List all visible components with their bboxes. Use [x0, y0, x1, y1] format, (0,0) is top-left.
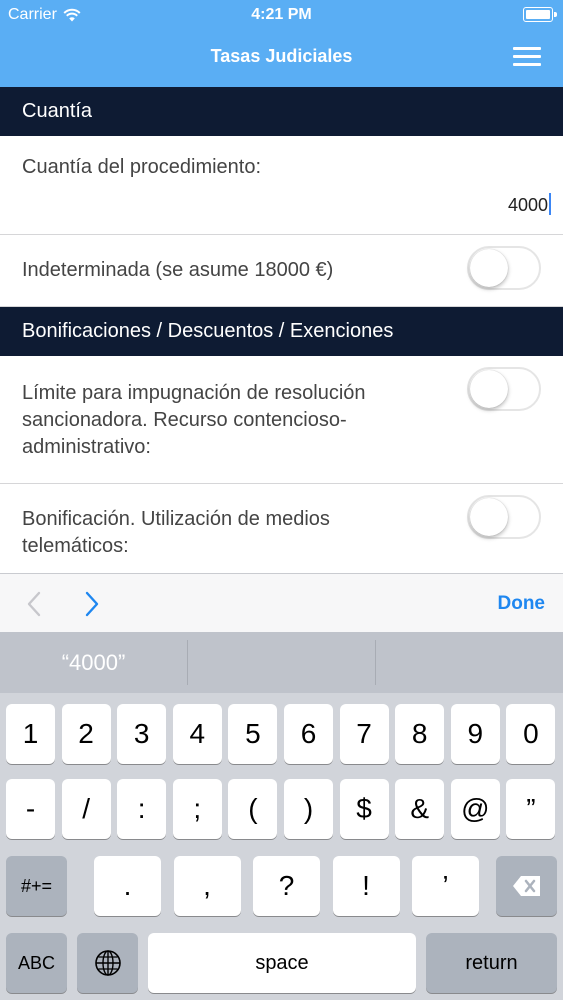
toggle-knob: [470, 249, 508, 287]
app-header: Carrier 4:21 PM Tasas Judiciales: [0, 0, 563, 87]
space-key[interactable]: space: [148, 933, 416, 993]
done-button[interactable]: Done: [498, 593, 546, 615]
globe-icon: [94, 950, 121, 976]
key-row3-3[interactable]: !: [332, 856, 400, 916]
return-key[interactable]: return: [426, 933, 557, 993]
key-row2-8[interactable]: @: [450, 779, 500, 839]
challenge-limit-label: Límite para impugnación de resolución sa…: [22, 382, 366, 458]
challenge-limit-cell: Límite para impugnación de resolución sa…: [0, 356, 563, 484]
key-row1-3[interactable]: 4: [172, 704, 222, 764]
prediction-suggestion[interactable]: “4000”: [0, 632, 187, 693]
key-row3-0[interactable]: .: [94, 856, 161, 916]
numeric-keyboard: 1234567890 - /:;() $ & @” .,?!’ #+= ABC spac…: [0, 693, 563, 1000]
telematic-label: Bonificación. Utilización de medios tele…: [22, 508, 330, 557]
status-time: 4:21 PM: [251, 6, 312, 23]
key-row2-3[interactable]: ;: [172, 779, 222, 839]
prediction-empty-slot[interactable]: [188, 632, 375, 693]
prediction-empty-slot[interactable]: [376, 632, 563, 693]
key-row3-4[interactable]: ’: [412, 856, 479, 916]
indeterminate-toggle[interactable]: [467, 246, 541, 290]
abc-key[interactable]: ABC: [6, 933, 67, 993]
keyboard-accessory-bar: Done: [0, 573, 563, 632]
procedure-amount-label: Cuantía del procedimiento:: [22, 156, 262, 178]
key-row1-5[interactable]: 6: [284, 704, 333, 764]
key-row2-6[interactable]: $: [339, 779, 389, 839]
indeterminate-label: Indeterminada (se asume 18000 €): [22, 259, 334, 281]
key-row2-4[interactable]: (: [228, 779, 278, 839]
key-row2-9[interactable]: ”: [506, 779, 556, 839]
toggle-knob: [470, 498, 508, 536]
key-row1-8[interactable]: 9: [450, 704, 500, 764]
telematic-toggle[interactable]: [467, 495, 541, 539]
delete-key[interactable]: [496, 856, 557, 916]
status-bar: Carrier 4:21 PM: [0, 0, 563, 30]
key-row1-6[interactable]: 7: [339, 704, 389, 764]
key-row2-2[interactable]: :: [117, 779, 167, 839]
indeterminate-cell: Indeterminada (se asume 18000 €): [0, 235, 563, 307]
key-row1-9[interactable]: 0: [506, 704, 556, 764]
predictive-text-bar: “4000”: [0, 632, 563, 693]
section-header-discounts: Bonificaciones / Descuentos / Exenciones: [0, 307, 563, 356]
challenge-limit-toggle[interactable]: [467, 367, 541, 411]
key-row2-5[interactable]: ): [284, 779, 333, 839]
procedure-amount-input[interactable]: 4000: [508, 193, 551, 216]
hamburger-menu-icon[interactable]: [513, 45, 543, 67]
key-row1-4[interactable]: 5: [228, 704, 278, 764]
key-row1-2[interactable]: 3: [117, 704, 167, 764]
backspace-icon: [512, 876, 540, 896]
procedure-amount-value: 4000: [507, 195, 548, 215]
section-header-amount: Cuantía: [0, 87, 563, 136]
toggle-knob: [470, 370, 508, 408]
procedure-amount-cell[interactable]: Cuantía del procedimiento: 4000: [0, 136, 563, 235]
key-row2-1[interactable]: /: [61, 779, 111, 839]
battery-icon: [523, 7, 557, 22]
key-row2-7[interactable]: &: [395, 779, 445, 839]
symbols-key[interactable]: #+=: [6, 856, 67, 916]
key-row3-2[interactable]: ?: [253, 856, 320, 916]
chevron-right-icon[interactable]: [84, 591, 100, 617]
globe-key[interactable]: [77, 933, 138, 993]
chevron-left-icon[interactable]: [26, 591, 42, 617]
key-row3-1[interactable]: ,: [173, 856, 241, 916]
telematic-cell: Bonificación. Utilización de medios tele…: [0, 484, 563, 573]
key-row1-0[interactable]: 1: [6, 704, 55, 764]
key-row1-1[interactable]: 2: [61, 704, 111, 764]
page-title: Tasas Judiciales: [210, 46, 353, 66]
key-row2-0[interactable]: -: [6, 779, 55, 839]
text-cursor: [549, 193, 551, 215]
key-row1-7[interactable]: 8: [395, 704, 445, 764]
